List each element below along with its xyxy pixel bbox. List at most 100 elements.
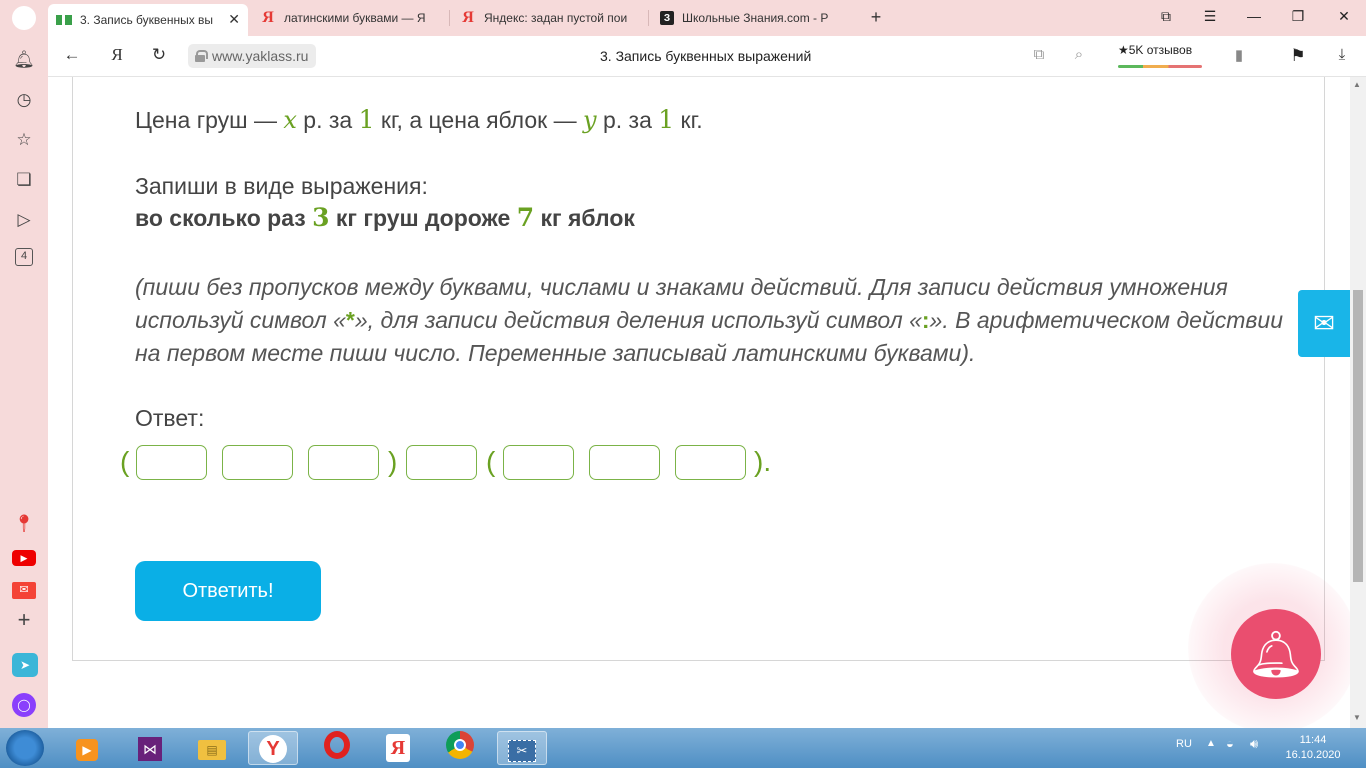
yandex-icon: Я bbox=[262, 9, 274, 26]
task-text: кг яблок bbox=[534, 205, 635, 231]
close-paren-dot: ). bbox=[754, 446, 772, 477]
tab-znania[interactable]: З Школьные Знания.com - Р bbox=[652, 4, 844, 32]
opera-icon[interactable] bbox=[312, 731, 362, 765]
feedback-mail-button[interactable]: ✉ bbox=[1298, 290, 1350, 357]
snipping-tool-icon[interactable]: ✂ bbox=[497, 731, 547, 765]
answer-field-1[interactable] bbox=[136, 445, 207, 480]
youtube-icon[interactable]: ▶ bbox=[12, 544, 36, 568]
browser-sidebar: 🔔︎ ◷ ☆ ❏ ▷ 4 📍︎ ▶ ✉ + ➤ ◯ bbox=[0, 36, 48, 728]
divide-symbol: : bbox=[921, 307, 930, 333]
video-play-icon[interactable]: ▷ bbox=[12, 208, 36, 232]
tab-yaklass[interactable]: 3. Запись буквенных вы ✕ bbox=[48, 4, 248, 36]
media-player-icon[interactable]: ▶ bbox=[62, 731, 112, 765]
favorites-star-icon[interactable]: ☆ bbox=[12, 128, 36, 152]
scroll-up-icon[interactable]: ▲ bbox=[1353, 80, 1361, 89]
language-indicator[interactable]: RU bbox=[1176, 738, 1192, 750]
reviews-text: ★5K отзывов bbox=[1118, 43, 1193, 57]
tabs-count-icon[interactable]: 4 bbox=[15, 248, 33, 266]
page-content: Цена груш — x р. за 1 кг, а цена яблок —… bbox=[48, 77, 1350, 728]
download-icon[interactable]: ⤓ bbox=[1331, 46, 1353, 63]
answer-field-3[interactable] bbox=[308, 445, 379, 480]
reload-icon[interactable]: ↻ bbox=[147, 45, 171, 65]
instruction-hint: (пиши без пропусков между буквами, числа… bbox=[135, 271, 1295, 370]
tab-title: латинскими буквами — Я bbox=[284, 11, 426, 25]
bookmarks-panel-icon[interactable]: ⧉ bbox=[1154, 8, 1178, 25]
clock-date: 16.10.2020 bbox=[1285, 749, 1341, 761]
yandex-icon[interactable]: Я bbox=[373, 731, 423, 765]
address-bar: ← Я ↻ www.yaklass.ru 3. Запись буквенных… bbox=[0, 36, 1366, 77]
znania-icon: З bbox=[660, 11, 674, 25]
back-arrow-icon[interactable]: ← bbox=[60, 45, 84, 65]
open-paren: ( bbox=[486, 446, 496, 477]
tab-title: 3. Запись буквенных вы bbox=[80, 13, 214, 27]
number: 1 bbox=[658, 105, 675, 134]
statement-text: кг, а цена яблок — bbox=[374, 107, 583, 133]
reviews-badge[interactable]: ★5K отзывов bbox=[1118, 43, 1202, 68]
start-button[interactable] bbox=[6, 730, 44, 766]
hint-text: », для записи действия деления используй… bbox=[354, 307, 922, 333]
close-tab-icon[interactable]: ✕ bbox=[228, 11, 240, 28]
mail-icon[interactable]: ✉ bbox=[12, 576, 36, 600]
answer-field-4[interactable] bbox=[406, 445, 477, 480]
multiply-symbol: * bbox=[345, 307, 355, 333]
answer-field-5[interactable] bbox=[503, 445, 574, 480]
messenger-icon[interactable]: ➤ bbox=[12, 652, 38, 677]
close-window-icon[interactable]: ✕ bbox=[1332, 8, 1356, 25]
yandex-icon: Я bbox=[462, 9, 474, 26]
bookmark-icon[interactable]: ▮ bbox=[1228, 46, 1250, 64]
url-field[interactable]: www.yaklass.ru bbox=[188, 44, 317, 68]
copy-link-icon[interactable]: ⧉ bbox=[1028, 46, 1050, 63]
scroll-thumb[interactable] bbox=[1353, 290, 1363, 582]
answer-field-2[interactable] bbox=[222, 445, 293, 480]
system-clock[interactable]: 11:44 16.10.2020 bbox=[1280, 733, 1346, 763]
var-x: x bbox=[283, 106, 297, 134]
var-y: y bbox=[583, 106, 597, 134]
chrome-icon[interactable] bbox=[435, 731, 485, 765]
yandex-logo-icon[interactable]: Я bbox=[105, 45, 129, 65]
notifications-icon[interactable]: 🔔︎ bbox=[12, 48, 36, 72]
tab-bar: 3. Запись буквенных вы ✕ Я латинскими бу… bbox=[0, 0, 1366, 36]
minimize-icon[interactable]: — bbox=[1242, 8, 1266, 24]
explorer-folder-icon[interactable]: ▤ bbox=[187, 731, 237, 765]
add-panel-icon[interactable]: + bbox=[12, 608, 36, 632]
statement-text: Цена груш — bbox=[135, 107, 284, 133]
restore-icon[interactable]: ❐ bbox=[1286, 8, 1310, 25]
tab-separator bbox=[648, 10, 649, 26]
tab-separator bbox=[449, 10, 450, 26]
yandex-browser-icon[interactable]: Y bbox=[248, 731, 298, 765]
notification-bell-button[interactable]: 🔔︎ bbox=[1231, 609, 1321, 699]
task-question: во сколько раз 3 кг груш дороже 7 кг ябл… bbox=[135, 203, 635, 232]
menu-icon[interactable]: ☰ bbox=[1198, 8, 1222, 25]
new-tab-button[interactable]: + bbox=[864, 7, 888, 29]
submit-button[interactable]: Ответить! bbox=[135, 561, 321, 621]
task-label: Запиши в виде выражения: bbox=[135, 173, 428, 199]
number: 1 bbox=[358, 105, 375, 134]
visual-studio-icon[interactable]: ⋈ bbox=[125, 731, 175, 765]
profile-avatar[interactable] bbox=[12, 6, 36, 30]
tray-expand-icon[interactable]: ▲ bbox=[1206, 738, 1216, 749]
answer-field-7[interactable] bbox=[675, 445, 746, 480]
network-icon[interactable]: ◒ bbox=[1226, 736, 1234, 751]
answer-field-6[interactable] bbox=[589, 445, 660, 480]
page-scrollbar[interactable]: ▲ ▼ bbox=[1350, 77, 1366, 728]
maps-pin-icon[interactable]: 📍︎ bbox=[12, 512, 36, 536]
tab-yandex-empty[interactable]: Я Яндекс: задан пустой пои bbox=[452, 4, 644, 32]
alice-icon[interactable]: ◯ bbox=[12, 692, 36, 717]
exercise-card: Цена груш — x р. за 1 кг, а цена яблок —… bbox=[72, 77, 1325, 661]
volume-icon[interactable]: 🔊︎ bbox=[1250, 736, 1258, 752]
collections-icon[interactable]: ❏ bbox=[12, 168, 36, 192]
windows-taskbar: ▶ ⋈ ▤ Y Я ✂ RU ▲ ◒ 🔊︎ 11:44 16.10.2020 bbox=[0, 728, 1366, 768]
number: 3 bbox=[312, 203, 330, 232]
page-title: 3. Запись буквенных выражений bbox=[600, 48, 812, 64]
scroll-down-icon[interactable]: ▼ bbox=[1353, 713, 1361, 722]
history-icon[interactable]: ◷ bbox=[12, 88, 36, 112]
zoom-icon[interactable]: ⌕ bbox=[1068, 46, 1090, 63]
open-paren: ( bbox=[120, 446, 130, 477]
protect-icon[interactable]: ⚑ bbox=[1287, 46, 1309, 66]
tab-latin-letters[interactable]: Я латинскими буквами — Я bbox=[252, 4, 447, 32]
problem-statement: Цена груш — x р. за 1 кг, а цена яблок —… bbox=[135, 105, 703, 134]
lock-icon[interactable] bbox=[195, 50, 208, 62]
statement-text: кг. bbox=[674, 107, 703, 133]
yandex-glyph: Я bbox=[386, 734, 410, 762]
answer-label: Ответ: bbox=[135, 405, 205, 431]
